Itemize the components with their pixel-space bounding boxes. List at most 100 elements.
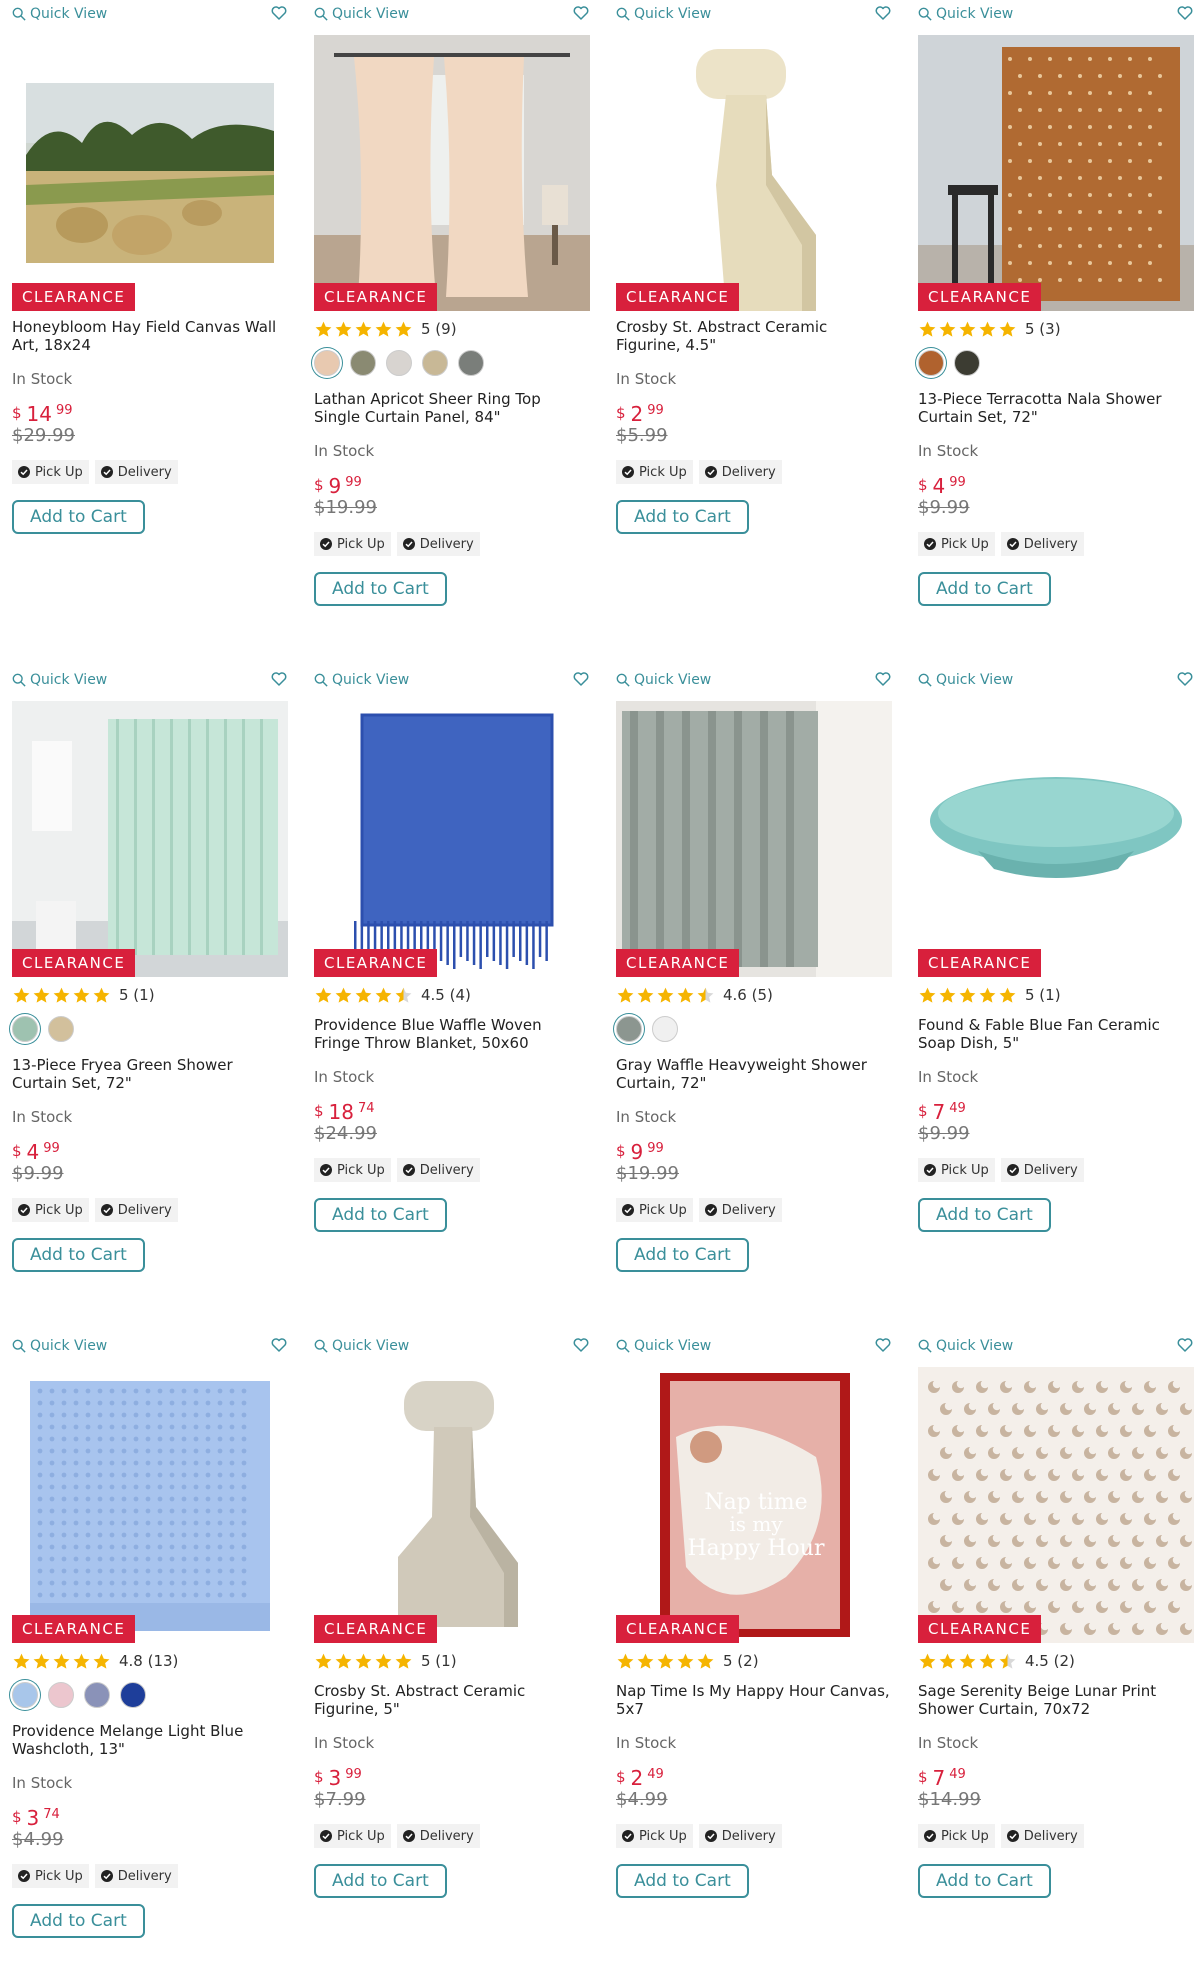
rating[interactable]: 5 (9) — [314, 318, 590, 340]
product-image[interactable]: Nap time is my Happy Hour — [616, 1367, 892, 1643]
product-image[interactable] — [918, 701, 1194, 977]
pickup-option[interactable]: Pick Up — [314, 1158, 391, 1182]
pickup-option[interactable]: Pick Up — [918, 532, 995, 556]
add-to-cart-button[interactable]: Add to Cart — [314, 1198, 447, 1232]
add-to-cart-button[interactable]: Add to Cart — [12, 1904, 145, 1938]
delivery-option[interactable]: Delivery — [1000, 1824, 1084, 1848]
product-title[interactable]: Honeybloom Hay Field Canvas Wall Art, 18… — [12, 318, 288, 354]
delivery-option[interactable]: Delivery — [94, 1198, 178, 1222]
rating[interactable]: 5 (1) — [918, 984, 1194, 1006]
pickup-option[interactable]: Pick Up — [616, 460, 693, 484]
color-swatch[interactable] — [386, 350, 412, 376]
add-to-cart-button[interactable]: Add to Cart — [918, 572, 1051, 606]
heart-icon[interactable] — [572, 1336, 590, 1354]
product-card[interactable]: Quick View CLEARANCE 4.5 (2) Sage Sereni… — [918, 1332, 1194, 1982]
quick-view-link[interactable]: Quick View — [314, 672, 409, 688]
product-title[interactable]: 13-Piece Fryea Green Shower Curtain Set,… — [12, 1056, 288, 1092]
product-title[interactable]: Found & Fable Blue Fan Ceramic Soap Dish… — [918, 1016, 1194, 1052]
product-image[interactable] — [12, 35, 288, 311]
quick-view-link[interactable]: Quick View — [314, 1338, 409, 1354]
color-swatch[interactable] — [350, 350, 376, 376]
quick-view-link[interactable]: Quick View — [12, 672, 107, 688]
heart-icon[interactable] — [1176, 670, 1194, 688]
add-to-cart-button[interactable]: Add to Cart — [314, 1864, 447, 1898]
heart-icon[interactable] — [874, 4, 892, 22]
product-card[interactable]: Quick View CLEARANCE 5 (1) 13-Piece Frye… — [12, 666, 288, 1316]
rating[interactable]: 5 (1) — [314, 1650, 590, 1672]
heart-icon[interactable] — [572, 670, 590, 688]
heart-icon[interactable] — [1176, 1336, 1194, 1354]
pickup-option[interactable]: Pick Up — [12, 1864, 89, 1888]
quick-view-link[interactable]: Quick View — [12, 1338, 107, 1354]
heart-icon[interactable] — [270, 4, 288, 22]
delivery-option[interactable]: Delivery — [1000, 1158, 1084, 1182]
add-to-cart-button[interactable]: Add to Cart — [918, 1864, 1051, 1898]
rating[interactable]: 4.5 (2) — [918, 1650, 1194, 1672]
pickup-option[interactable]: Pick Up — [12, 460, 89, 484]
color-swatch[interactable] — [954, 350, 980, 376]
product-title[interactable]: Providence Melange Light Blue Washcloth,… — [12, 1722, 288, 1758]
product-image[interactable] — [12, 1367, 288, 1643]
heart-icon[interactable] — [874, 670, 892, 688]
delivery-option[interactable]: Delivery — [94, 460, 178, 484]
color-swatch[interactable] — [84, 1682, 110, 1708]
delivery-option[interactable]: Delivery — [1000, 532, 1084, 556]
product-title[interactable]: Crosby St. Abstract Ceramic Figurine, 4.… — [616, 318, 892, 354]
pickup-option[interactable]: Pick Up — [918, 1158, 995, 1182]
color-swatch[interactable] — [12, 1016, 38, 1042]
color-swatch[interactable] — [458, 350, 484, 376]
quick-view-link[interactable]: Quick View — [616, 6, 711, 22]
quick-view-link[interactable]: Quick View — [918, 1338, 1013, 1354]
add-to-cart-button[interactable]: Add to Cart — [12, 1238, 145, 1272]
pickup-option[interactable]: Pick Up — [12, 1198, 89, 1222]
color-swatch[interactable] — [422, 350, 448, 376]
product-card[interactable]: Quick View CLEARANCE 5 (9) Lathan Aprico… — [314, 0, 590, 650]
heart-icon[interactable] — [1176, 4, 1194, 22]
product-title[interactable]: Gray Waffle Heavyweight Shower Curtain, … — [616, 1056, 892, 1092]
heart-icon[interactable] — [572, 4, 590, 22]
product-card[interactable]: Quick View CLEARANCE Crosby St. Abstract… — [616, 0, 892, 650]
quick-view-link[interactable]: Quick View — [616, 672, 711, 688]
quick-view-link[interactable]: Quick View — [918, 6, 1013, 22]
product-image[interactable] — [314, 1367, 590, 1643]
rating[interactable]: 5 (1) — [12, 984, 288, 1006]
product-title[interactable]: Crosby St. Abstract Ceramic Figurine, 5" — [314, 1682, 590, 1718]
color-swatch[interactable] — [652, 1016, 678, 1042]
product-card[interactable]: Quick View CLEARANCE 4.6 (5) Gray Waffle… — [616, 666, 892, 1316]
color-swatch[interactable] — [12, 1682, 38, 1708]
product-image[interactable] — [314, 35, 590, 311]
add-to-cart-button[interactable]: Add to Cart — [918, 1198, 1051, 1232]
product-card[interactable]: Quick View CLEARANCE 4.8 (13) Providence… — [12, 1332, 288, 1982]
product-image[interactable] — [918, 35, 1194, 311]
product-title[interactable]: Lathan Apricot Sheer Ring Top Single Cur… — [314, 390, 590, 426]
pickup-option[interactable]: Pick Up — [314, 1824, 391, 1848]
product-card[interactable]: Quick View Nap time is my Happy Hour CLE… — [616, 1332, 892, 1982]
product-image[interactable] — [918, 1367, 1194, 1643]
product-title[interactable]: Sage Serenity Beige Lunar Print Shower C… — [918, 1682, 1194, 1718]
rating[interactable]: 5 (2) — [616, 1650, 892, 1672]
delivery-option[interactable]: Delivery — [698, 1824, 782, 1848]
product-image[interactable] — [314, 701, 590, 977]
rating[interactable]: 4.5 (4) — [314, 984, 590, 1006]
add-to-cart-button[interactable]: Add to Cart — [616, 1238, 749, 1272]
delivery-option[interactable]: Delivery — [396, 1158, 480, 1182]
product-card[interactable]: Quick View CLEARANCE Honeybloom Hay Fiel… — [12, 0, 288, 650]
heart-icon[interactable] — [874, 1336, 892, 1354]
pickup-option[interactable]: Pick Up — [616, 1198, 693, 1222]
delivery-option[interactable]: Delivery — [94, 1864, 178, 1888]
quick-view-link[interactable]: Quick View — [918, 672, 1013, 688]
add-to-cart-button[interactable]: Add to Cart — [314, 572, 447, 606]
product-card[interactable]: Quick View CLEARANCE 4.5 (4) Providence … — [314, 666, 590, 1316]
quick-view-link[interactable]: Quick View — [314, 6, 409, 22]
add-to-cart-button[interactable]: Add to Cart — [616, 1864, 749, 1898]
color-swatch[interactable] — [314, 350, 340, 376]
product-title[interactable]: Nap Time Is My Happy Hour Canvas, 5x7 — [616, 1682, 892, 1718]
pickup-option[interactable]: Pick Up — [314, 532, 391, 556]
delivery-option[interactable]: Delivery — [698, 1198, 782, 1222]
color-swatch[interactable] — [918, 350, 944, 376]
product-image[interactable] — [616, 701, 892, 977]
heart-icon[interactable] — [270, 670, 288, 688]
rating[interactable]: 5 (3) — [918, 318, 1194, 340]
product-card[interactable]: Quick View CLEARANCE 5 (3) 13-Piece Terr… — [918, 0, 1194, 650]
product-image[interactable] — [12, 701, 288, 977]
